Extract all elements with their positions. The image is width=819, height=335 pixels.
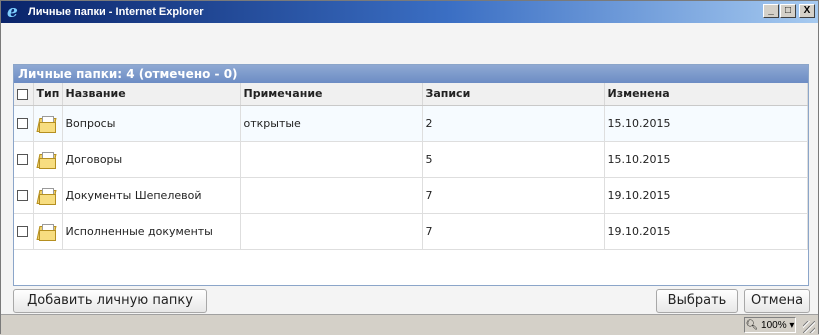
folder-icon [36, 115, 56, 133]
row-checkbox[interactable] [17, 190, 28, 201]
add-personal-folder-button[interactable]: Добавить личную папку [13, 289, 207, 313]
folder-note [240, 213, 423, 250]
zoom-icon: 🔍︎ [745, 320, 759, 331]
status-bar: 🔍︎ 100% ▾ [1, 314, 818, 335]
row-checkbox[interactable] [17, 226, 28, 237]
zoom-level: 100% [761, 320, 787, 331]
folder-icon [36, 187, 56, 205]
table-row[interactable]: Договоры 5 15.10.2015 [14, 141, 808, 178]
folder-records: 5 [422, 141, 605, 178]
folder-modified: 15.10.2015 [604, 105, 808, 142]
folder-records: 7 [422, 213, 605, 250]
select-all-checkbox[interactable] [17, 88, 28, 100]
maximize-button[interactable]: □ [780, 4, 796, 18]
folder-records: 2 [422, 105, 605, 142]
folder-name[interactable]: Исполненные документы [62, 213, 241, 250]
folder-note [240, 177, 423, 214]
minimize-button[interactable]: _ [763, 4, 779, 18]
folder-icon [36, 151, 56, 169]
panel-title: Личные папки: 4 (отмечено - 0) [14, 65, 808, 83]
folder-name[interactable]: Вопросы [62, 105, 241, 142]
column-header-modified[interactable]: Изменена [604, 83, 808, 106]
table-row[interactable]: Исполненные документы 7 19.10.2015 [14, 213, 808, 250]
folder-note: открытые [240, 105, 423, 142]
column-header-note[interactable]: Примечание [240, 83, 423, 106]
resize-grip[interactable] [803, 321, 815, 333]
cancel-button[interactable]: Отмена [744, 289, 810, 313]
folder-modified: 19.10.2015 [604, 213, 808, 250]
folder-modified: 15.10.2015 [604, 141, 808, 178]
select-all-header[interactable] [14, 83, 34, 106]
table-row[interactable]: Документы Шепелевой 7 19.10.2015 [14, 177, 808, 214]
folder-note [240, 141, 423, 178]
column-header-name[interactable]: Название [62, 83, 241, 106]
folder-records: 7 [422, 177, 605, 214]
table-row[interactable]: Вопросы открытые 2 15.10.2015 [14, 105, 808, 142]
dialog-content: Личные папки: 4 (отмечено - 0) Тип Назва… [3, 24, 816, 314]
folder-icon [36, 223, 56, 241]
folder-name[interactable]: Документы Шепелевой [62, 177, 241, 214]
internet-explorer-icon: e [7, 2, 18, 22]
column-header-type[interactable]: Тип [33, 83, 63, 106]
window-title: Личные папки - Internet Explorer [28, 6, 204, 18]
close-button[interactable]: X [799, 4, 815, 18]
select-button[interactable]: Выбрать [656, 289, 738, 313]
folder-name[interactable]: Договоры [62, 141, 241, 178]
row-checkbox[interactable] [17, 118, 28, 129]
personal-folders-panel: Личные папки: 4 (отмечено - 0) Тип Назва… [13, 64, 809, 286]
row-checkbox[interactable] [17, 154, 28, 165]
ie-window: e Личные папки - Internet Explorer _ □ X… [0, 0, 819, 335]
zoom-control[interactable]: 🔍︎ 100% ▾ [744, 317, 796, 333]
folder-modified: 19.10.2015 [604, 177, 808, 214]
chevron-down-icon[interactable]: ▾ [789, 320, 794, 331]
folders-table: Тип Название Примечание Записи Изменена … [14, 83, 808, 250]
column-header-records[interactable]: Записи [422, 83, 605, 106]
title-bar[interactable]: e Личные папки - Internet Explorer _ □ X [1, 1, 818, 23]
